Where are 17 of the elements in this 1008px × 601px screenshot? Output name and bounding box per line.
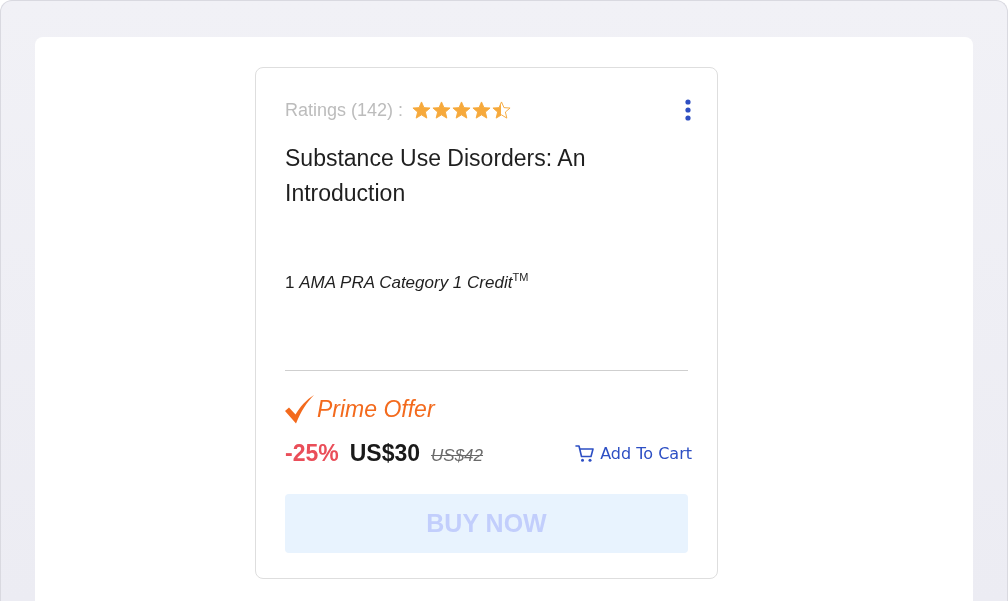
current-price: US$30 <box>349 440 421 468</box>
credit-text: 1 AMA PRA Category 1 Credit$^{TM}$ <box>285 270 530 294</box>
original-price: US$42 <box>431 446 483 467</box>
star-icon <box>472 100 492 120</box>
half-star-icon <box>492 100 512 120</box>
cart-icon <box>575 444 596 464</box>
ratings-label: Ratings (142) : <box>285 99 404 121</box>
star-icon <box>452 100 472 120</box>
more-options-button[interactable] <box>685 99 691 121</box>
course-title: Substance Use Disorders: An Introduction <box>285 144 587 208</box>
discount-text: -25% <box>285 440 339 468</box>
star-icon <box>432 100 452 120</box>
add-to-cart-link[interactable]: Add To Cart <box>575 444 692 464</box>
star-icon <box>412 100 432 120</box>
offer-label: Prime Offer <box>317 396 435 424</box>
check-mark-icon <box>285 395 315 425</box>
vertical-dots-icon <box>685 99 691 121</box>
